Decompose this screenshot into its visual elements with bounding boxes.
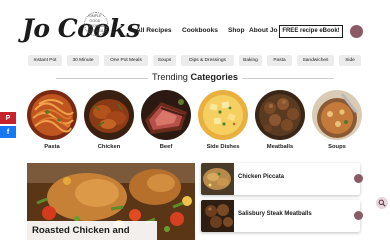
pinterest-icon: P xyxy=(5,114,11,122)
meatballs-image xyxy=(255,90,305,140)
chicken-piccata-thumbnail xyxy=(201,163,234,195)
save-recipe-button[interactable] xyxy=(354,211,363,220)
beef-image xyxy=(141,90,191,140)
site-header: Jo Cooks SIMPLE · GOOD · COOKING EST. 20… xyxy=(0,0,390,62)
category-label-beef: Beef xyxy=(159,144,173,150)
pasta-image xyxy=(27,90,77,140)
nav-item-shop[interactable]: Shop xyxy=(228,25,244,37)
pill-one-pot-meals[interactable]: One Pot Meals xyxy=(104,55,148,66)
divider-right xyxy=(242,78,334,79)
category-card-pasta[interactable]: Pasta xyxy=(27,90,79,155)
category-card-side-dishes[interactable]: Side Dishes xyxy=(198,90,250,155)
pinterest-share-button[interactable]: P xyxy=(0,112,16,124)
pill-side[interactable]: Side xyxy=(339,55,361,66)
salisbury-steak-meatballs-thumbnail xyxy=(201,200,234,232)
category-label-pasta: Pasta xyxy=(44,144,60,150)
search-icon xyxy=(378,199,386,207)
facebook-icon: f xyxy=(6,128,10,136)
trending-heading: Trending Categories xyxy=(140,72,250,82)
trending-heading-emphasis: Categories xyxy=(190,72,238,82)
category-label-side-dishes: Side Dishes xyxy=(206,144,240,150)
pill-pasta[interactable]: Pasta xyxy=(267,55,292,66)
divider-left xyxy=(56,78,148,79)
featured-recipe-card[interactable]: Roasted Chicken and xyxy=(27,163,195,240)
nav-item-cookbooks[interactable]: Cookbooks xyxy=(182,25,218,37)
pill-soups[interactable]: Soups xyxy=(153,55,176,66)
logo-wordmark: Jo Cooks xyxy=(22,14,140,43)
recipe-card-title: Chicken Piccata xyxy=(238,174,285,180)
page: Jo Cooks SIMPLE · GOOD · COOKING EST. 20… xyxy=(0,0,390,240)
site-logo[interactable]: Jo Cooks SIMPLE · GOOD · COOKING EST. 20… xyxy=(22,10,140,50)
pill-30-minute[interactable]: 30 Minute xyxy=(67,55,99,66)
nav-item-all-recipes[interactable]: All Recipes xyxy=(136,25,172,37)
recipe-card-chicken-piccata[interactable]: Chicken Piccata xyxy=(201,163,360,195)
recipe-card-salisbury-steak-meatballs[interactable]: Salisbury Steak Meatballs xyxy=(201,200,360,232)
category-label-chicken: Chicken xyxy=(97,144,121,150)
side-dishes-image xyxy=(198,90,248,140)
free-ebook-button[interactable]: FREE recipe eBook! xyxy=(279,25,343,38)
logo-seal-text: SIMPLE · GOOD · COOKING xyxy=(87,14,105,29)
category-card-soups[interactable]: Soups xyxy=(312,90,364,155)
pill-instant-pot[interactable]: Instant Pot xyxy=(28,55,62,66)
soups-image xyxy=(312,90,362,140)
chicken-image xyxy=(84,90,134,140)
recipe-card-title: Salisbury Steak Meatballs xyxy=(238,211,312,217)
save-recipe-button[interactable] xyxy=(354,174,363,183)
trending-heading-prefix: Trending xyxy=(152,72,191,82)
category-card-meatballs[interactable]: Meatballs xyxy=(255,90,307,155)
category-label-meatballs: Meatballs xyxy=(266,144,294,150)
category-pill-bar: Instant Pot 30 Minute One Pot Meals Soup… xyxy=(0,55,390,67)
logo-seal: SIMPLE · GOOD · COOKING EST. 2011 xyxy=(84,12,108,36)
pill-sandwiches[interactable]: Sandwiches xyxy=(297,55,334,66)
category-label-soups: Soups xyxy=(328,144,346,150)
logo-seal-est: EST. 2011 xyxy=(88,29,104,34)
search-button[interactable] xyxy=(376,197,388,209)
pill-baking[interactable]: Baking xyxy=(239,55,262,66)
user-avatar[interactable] xyxy=(350,25,363,38)
facebook-share-button[interactable]: f xyxy=(0,126,16,138)
category-card-beef[interactable]: Beef xyxy=(141,90,193,155)
category-card-chicken[interactable]: Chicken xyxy=(84,90,136,155)
pill-dips-dressings[interactable]: Dips & Dressings xyxy=(181,55,234,66)
nav-item-about-jo[interactable]: About Jo xyxy=(249,25,278,37)
featured-recipe-title: Roasted Chicken and xyxy=(27,221,157,240)
